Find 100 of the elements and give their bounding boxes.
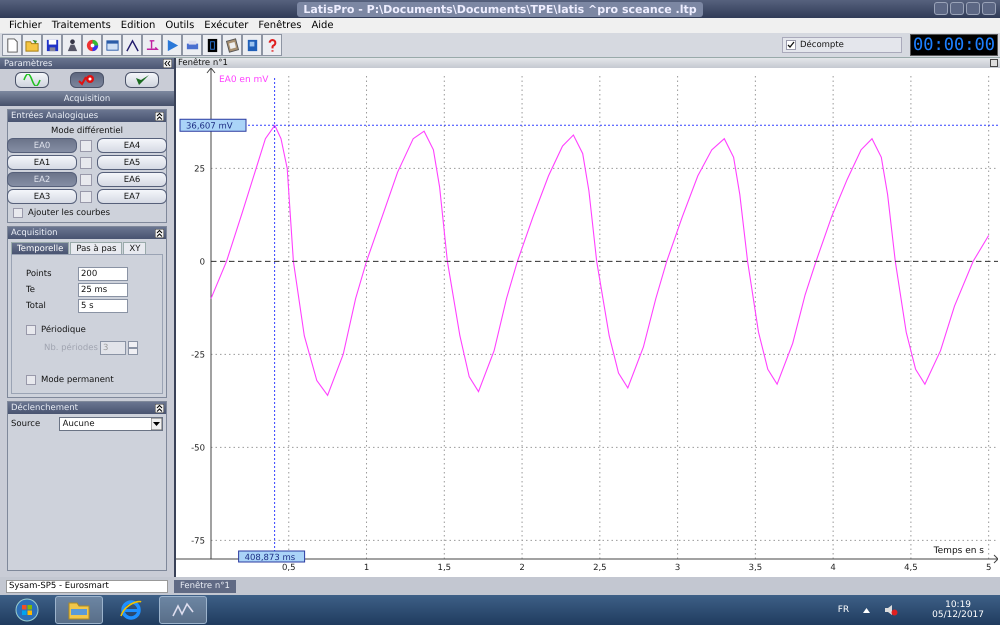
group-title: Entrées Analogiques xyxy=(11,111,98,121)
tick-label: 4 xyxy=(830,563,836,573)
taskbar-clock[interactable]: 10:19 05/12/2017 xyxy=(932,600,984,620)
pulse-icon xyxy=(76,74,97,86)
cursor-line[interactable] xyxy=(248,124,998,126)
checkbox[interactable] xyxy=(786,40,796,50)
tab[interactable]: XY xyxy=(123,242,146,254)
taskbar-app[interactable] xyxy=(159,596,207,624)
tick-label: 2 xyxy=(519,563,525,573)
checkbox-label: Mode permanent xyxy=(41,375,114,385)
play-button[interactable] xyxy=(162,34,182,56)
caret-up-icon xyxy=(863,608,870,612)
browser-icon xyxy=(119,598,143,622)
clock-time: 10:19 xyxy=(945,600,972,610)
channel-button[interactable]: EA6 xyxy=(97,172,167,187)
tick-label: 1 xyxy=(364,563,370,573)
save-button[interactable] xyxy=(42,34,62,56)
new-file-button[interactable] xyxy=(2,34,22,56)
curve-icon xyxy=(124,38,140,52)
printer-button[interactable] xyxy=(182,34,202,56)
field-label: Source xyxy=(11,419,42,429)
checkbox[interactable] xyxy=(80,156,92,168)
channel-button[interactable]: EA5 xyxy=(97,155,167,170)
tick-label: 5 xyxy=(986,563,992,573)
group-title: Déclenchement xyxy=(11,403,78,413)
spin-buttons[interactable] xyxy=(128,341,138,355)
checkbox[interactable] xyxy=(26,375,36,385)
channel-button[interactable]: EA4 xyxy=(97,138,167,153)
display-button[interactable] xyxy=(202,34,222,56)
clipboard-button[interactable] xyxy=(222,34,242,56)
checkbox[interactable] xyxy=(80,174,92,186)
language-indicator[interactable]: FR xyxy=(838,605,850,615)
axis-title: EA0 en mV xyxy=(219,75,268,85)
checkbox[interactable] xyxy=(13,208,23,218)
window-title: LatisPro - P:\Documents\Documents\TPE\latis ^pro sceance .ltp xyxy=(297,2,703,16)
field-label: Points xyxy=(26,269,53,279)
check-arrow-icon xyxy=(133,74,152,86)
tab[interactable]: Pas à pas xyxy=(70,242,122,254)
menu-item[interactable]: Exécuter xyxy=(199,20,254,31)
ref-line-label: 36,607 mV xyxy=(186,121,233,132)
new-file-icon xyxy=(4,38,20,52)
function-arrow-icon xyxy=(144,38,160,52)
color-wheel-icon xyxy=(84,38,100,52)
input-field[interactable]: 200 xyxy=(78,267,128,281)
checkbox[interactable] xyxy=(80,140,92,152)
tick-label: 0 xyxy=(200,257,205,268)
menu-item[interactable]: Aide xyxy=(306,20,339,31)
mode-button[interactable] xyxy=(70,72,104,88)
channel-button[interactable]: EA3 xyxy=(7,189,77,204)
tick-label: 3,5 xyxy=(748,563,762,573)
menu-item[interactable]: Fichier xyxy=(4,20,47,31)
sine-wave-icon xyxy=(22,74,41,86)
tick-label: 3 xyxy=(674,563,680,573)
book-button[interactable] xyxy=(242,34,262,56)
device-name: Sysam-SP5 - Eurosmart xyxy=(6,580,168,592)
cursor-readout: 408,873 ms xyxy=(238,550,306,563)
taskbar-app[interactable] xyxy=(55,596,103,624)
mode-button[interactable] xyxy=(14,72,49,88)
field-label: Te xyxy=(26,285,36,295)
function-arrow-button[interactable] xyxy=(142,34,162,56)
tick-label: 4,5 xyxy=(904,563,918,573)
source-dropdown[interactable]: Aucune xyxy=(58,417,163,431)
axis-title: Temps en s xyxy=(934,546,984,556)
menu-item[interactable]: Fenêtres xyxy=(253,20,306,31)
figure-button[interactable] xyxy=(62,34,82,56)
caret-icon xyxy=(151,418,162,430)
window-control[interactable] xyxy=(934,2,948,15)
countdown-checkbox[interactable]: Décompte xyxy=(782,37,902,53)
window-control[interactable] xyxy=(950,2,964,15)
save-icon xyxy=(44,38,60,52)
help-button[interactable] xyxy=(262,34,282,56)
window-tab[interactable]: Fenêtre n°1 xyxy=(174,580,236,592)
mode-button[interactable] xyxy=(125,72,160,88)
cursor-readout: 36,607 mV xyxy=(180,118,246,132)
check-icon xyxy=(787,41,795,49)
field-label: Total xyxy=(26,301,47,311)
start-orb-icon xyxy=(15,598,39,622)
input-field[interactable]: 25 ms xyxy=(78,283,128,297)
clock-date: 05/12/2017 xyxy=(932,610,984,620)
collapse-icon xyxy=(155,404,164,412)
input-field[interactable]: 5 s xyxy=(78,299,128,313)
timer-display: 00:00:00 xyxy=(910,34,998,56)
collapse-icon xyxy=(163,59,172,68)
menu-item[interactable]: Outils xyxy=(160,20,200,31)
window-control[interactable] xyxy=(966,2,980,15)
window-button[interactable] xyxy=(102,34,122,56)
collapse-icon xyxy=(155,228,164,238)
channel-button[interactable]: EA1 xyxy=(7,155,77,170)
muted-speaker-icon xyxy=(884,604,898,616)
window-control[interactable] xyxy=(982,2,996,15)
curve-button[interactable] xyxy=(122,34,142,56)
checkbox[interactable] xyxy=(26,325,36,335)
menu-item[interactable]: Edition xyxy=(116,20,160,31)
channel-button[interactable]: EA7 xyxy=(97,189,167,204)
color-wheel-button[interactable] xyxy=(82,34,102,56)
tab[interactable]: Temporelle xyxy=(11,242,70,254)
cursor-line[interactable] xyxy=(274,78,276,552)
checkbox[interactable] xyxy=(80,190,92,202)
collapse-icon xyxy=(155,112,164,120)
menu-item[interactable]: Traitements xyxy=(46,20,116,31)
